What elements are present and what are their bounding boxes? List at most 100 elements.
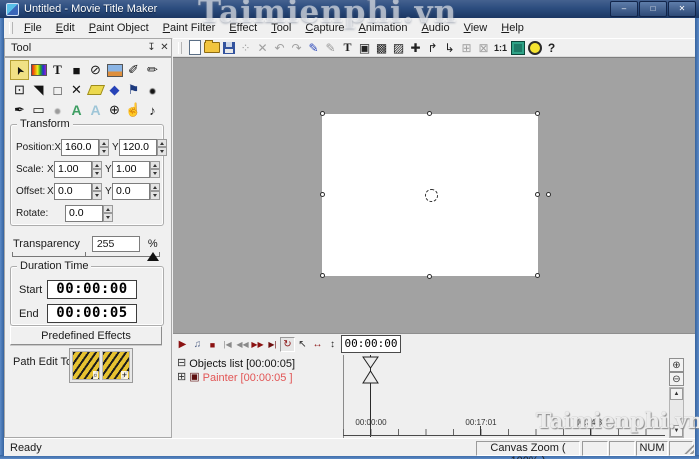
handle-bottom-left[interactable]: [320, 273, 325, 278]
group-icon[interactable]: ⊞: [458, 40, 475, 56]
objects-list-row[interactable]: ⊟ Objects list [00:00:05]: [177, 357, 295, 370]
collapse-icon[interactable]: ⊟: [177, 358, 186, 369]
transparency-slider-thumb[interactable]: [147, 252, 159, 261]
scale-y-stepper[interactable]: [150, 161, 160, 178]
offset-y-stepper[interactable]: [150, 183, 160, 200]
rounded-rectangle-tool[interactable]: ▭: [29, 100, 48, 120]
eraser-tool[interactable]: [86, 80, 105, 100]
offset-x-field[interactable]: 0.0: [54, 183, 92, 200]
rewind-button[interactable]: ◀◀: [235, 337, 250, 352]
help-icon[interactable]: ?: [543, 40, 560, 56]
menu-tool[interactable]: Tool: [264, 19, 298, 38]
menu-capture[interactable]: Capture: [298, 19, 351, 38]
audio-toggle-button[interactable]: ♫: [190, 337, 205, 352]
delete-icon[interactable]: ✕: [254, 40, 271, 56]
position-y-stepper[interactable]: [157, 139, 167, 156]
bring-forward-icon[interactable]: ↱: [424, 40, 441, 56]
menu-edit[interactable]: Edit: [49, 19, 82, 38]
menu-paint-filter[interactable]: Paint Filter: [156, 19, 223, 38]
direct-select-tool[interactable]: ◥: [29, 80, 48, 100]
position-x-field[interactable]: 160.0: [61, 139, 99, 156]
save-icon[interactable]: [220, 40, 237, 56]
timeline-marker[interactable]: [362, 356, 380, 386]
remove-point-pen-icon[interactable]: ✎: [322, 40, 339, 56]
knife-tool[interactable]: ✏: [143, 60, 162, 80]
smudge-tool[interactable]: ●: [48, 100, 67, 120]
background-color-icon[interactable]: [526, 40, 543, 56]
menu-effect[interactable]: Effect: [222, 19, 264, 38]
outline-text-tool[interactable]: A: [67, 100, 86, 120]
image-tool[interactable]: [105, 60, 124, 80]
undo-icon[interactable]: ↶: [271, 40, 288, 56]
predefined-effects-button[interactable]: Predefined Effects: [10, 326, 162, 345]
new-document-icon[interactable]: [186, 40, 203, 56]
blur-tool[interactable]: ●: [143, 80, 162, 100]
menu-paint-object[interactable]: Paint Object: [82, 19, 156, 38]
menu-animation[interactable]: Animation: [352, 19, 415, 38]
position-y-field[interactable]: 120.0: [119, 139, 157, 156]
minimize-button[interactable]: –: [610, 1, 638, 17]
offset-y-field[interactable]: 0.0: [112, 183, 150, 200]
show-grid-icon[interactable]: [509, 40, 526, 56]
handle-bottom-right[interactable]: [535, 273, 540, 278]
send-backward-icon[interactable]: ↳: [441, 40, 458, 56]
path-edit-icon[interactable]: ▫: [72, 351, 100, 380]
fast-forward-button[interactable]: ▶▶: [250, 337, 265, 352]
canvas-area[interactable]: [173, 57, 695, 333]
expand-icon[interactable]: ⊞: [177, 372, 186, 383]
text-tool[interactable]: T: [48, 60, 67, 80]
title-bar[interactable]: Untitled - Movie Title Maker – □ ✕: [0, 0, 699, 18]
object-arrange-icon-1[interactable]: ▣: [356, 40, 373, 56]
soft-text-tool[interactable]: A: [86, 100, 105, 120]
handle-top-right[interactable]: [535, 111, 540, 116]
handle-top-center[interactable]: [427, 111, 432, 116]
rotate-stepper[interactable]: [103, 205, 113, 222]
start-time-field[interactable]: 00:00:00: [47, 280, 137, 299]
eyedropper-tool[interactable]: ✒: [10, 100, 29, 120]
zoom-tool[interactable]: ⊕: [105, 100, 124, 120]
music-note-tool[interactable]: ♪: [143, 100, 162, 120]
path-add-icon[interactable]: +: [102, 351, 130, 380]
scale-y-field[interactable]: 1.00: [112, 161, 150, 178]
hand-tool[interactable]: ☝: [124, 100, 143, 120]
maximize-button[interactable]: □: [639, 1, 667, 17]
actual-size-icon[interactable]: 1:1: [492, 40, 509, 56]
close-button[interactable]: ✕: [668, 1, 696, 17]
timeline-zoom-in-icon[interactable]: ⊕: [669, 358, 684, 372]
scale-x-field[interactable]: 1.00: [54, 161, 92, 178]
text-object-icon[interactable]: T: [339, 40, 356, 56]
select-mode-button[interactable]: ↖: [295, 337, 310, 352]
play-button[interactable]: ▶: [175, 337, 190, 352]
fill-tool[interactable]: ◆: [105, 80, 124, 100]
menu-audio[interactable]: Audio: [414, 19, 456, 38]
menu-file[interactable]: File: [17, 19, 49, 38]
redo-icon[interactable]: ↷: [288, 40, 305, 56]
handle-mid-right[interactable]: [535, 192, 540, 197]
add-point-pen-icon[interactable]: ✎: [305, 40, 322, 56]
position-x-stepper[interactable]: [99, 139, 109, 156]
timeline-zoom-out-icon[interactable]: ⊖: [669, 372, 684, 386]
go-to-end-button[interactable]: ▶|: [265, 337, 280, 352]
marquee-select-tool[interactable]: ⊡: [10, 80, 29, 100]
pen-tool[interactable]: ✐: [124, 60, 143, 80]
transparency-value-field[interactable]: 255: [92, 236, 140, 252]
handle-top-left[interactable]: [320, 111, 325, 116]
scissors-tool[interactable]: ✕: [67, 80, 86, 100]
painter-row[interactable]: ⊞ ▣ Painter [00:00:05 ]: [177, 371, 293, 384]
scale-x-stepper[interactable]: [92, 161, 102, 178]
polygon-tool[interactable]: ⊘: [86, 60, 105, 80]
open-folder-icon[interactable]: [203, 40, 220, 56]
scroll-up-icon[interactable]: ▲: [670, 388, 683, 400]
stop-button[interactable]: ■: [205, 337, 220, 352]
select-tool[interactable]: ➤: [10, 60, 29, 80]
current-time-display[interactable]: 00:00:00: [341, 335, 401, 353]
gradient-tool[interactable]: [29, 60, 48, 80]
extend-horizontal-button[interactable]: ↔: [310, 337, 325, 352]
handle-bottom-center[interactable]: [427, 274, 432, 279]
timeline-scrollbar[interactable]: ▲ ▼: [669, 387, 684, 438]
rotate-field[interactable]: 0.0: [65, 205, 103, 222]
ungroup-icon[interactable]: ⊠: [475, 40, 492, 56]
rectangle-tool[interactable]: □: [48, 80, 67, 100]
loop-mode-button[interactable]: ↻: [280, 337, 295, 352]
object-arrange-icon-2[interactable]: ▩: [373, 40, 390, 56]
